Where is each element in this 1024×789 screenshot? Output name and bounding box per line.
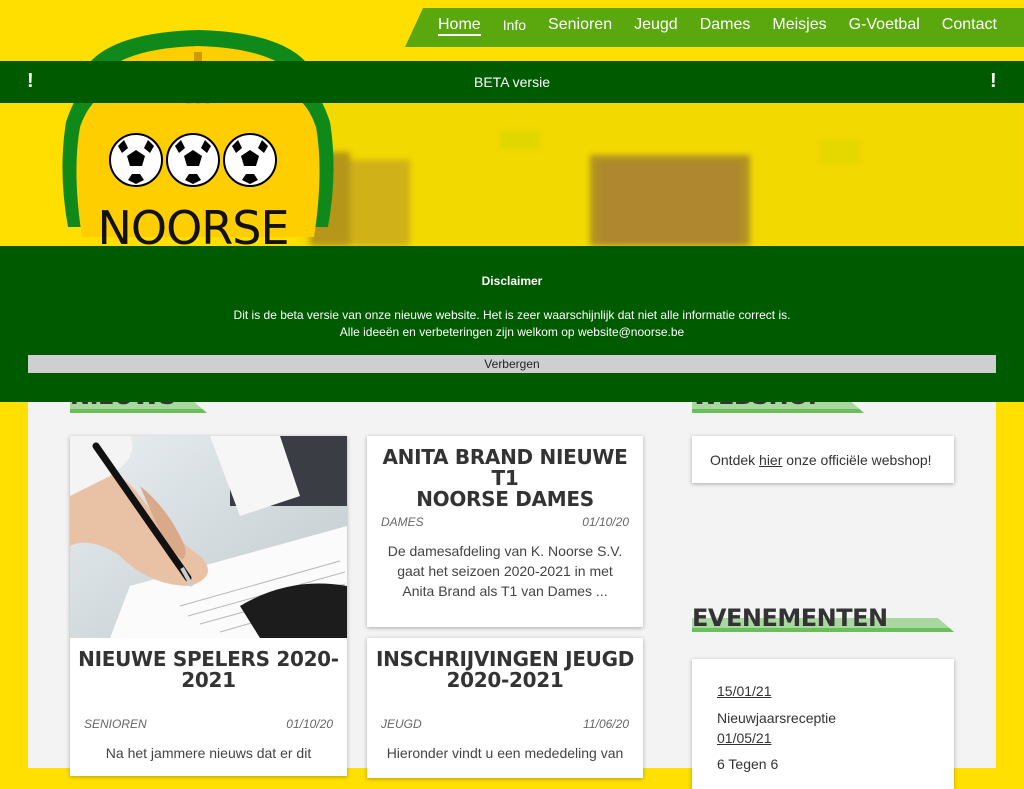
nav-dames[interactable]: Dames bbox=[689, 12, 762, 38]
news-card[interactable]: ANITA BRAND NIEUWE T1 NOORSE DAMES DAMES… bbox=[367, 436, 643, 627]
disclaimer-text-line1: Dit is de beta versie van onze nieuwe we… bbox=[233, 308, 791, 322]
webshop-card: Ontdek hier onze officiële webshop! bbox=[692, 436, 954, 483]
news-date: 01/10/20 bbox=[286, 717, 333, 731]
news-category: JEUGD bbox=[381, 717, 422, 731]
webshop-link[interactable]: hier bbox=[759, 452, 782, 468]
disclaimer-text-line2: Alle ideeën en verbeteringen zijn welkom… bbox=[339, 325, 685, 339]
header-background-photo bbox=[300, 100, 1024, 246]
nav-senioren[interactable]: Senioren bbox=[537, 12, 623, 38]
nav-home[interactable]: Home bbox=[427, 12, 492, 38]
news-date: 11/06/20 bbox=[583, 717, 629, 731]
nav-contact[interactable]: Contact bbox=[931, 12, 1008, 38]
event-date[interactable]: 15/01/21 bbox=[717, 683, 772, 699]
nav-jeugd[interactable]: Jeugd bbox=[623, 12, 689, 38]
news-date: 01/10/20 bbox=[582, 515, 629, 529]
nav-g-voetbal[interactable]: G-Voetbal bbox=[838, 12, 931, 38]
news-excerpt: De damesafdeling van K. Noorse S.V. gaat… bbox=[387, 543, 623, 599]
event-name: Nieuwjaarsreceptie bbox=[717, 710, 837, 726]
news-excerpt: Hieronder vindt u een mededeling van bbox=[386, 745, 624, 761]
news-meta: SENIOREN 01/10/20 bbox=[84, 717, 333, 731]
webshop-text: Ontdek hier onze officiële webshop! bbox=[710, 452, 932, 468]
disclaimer-overlay: Disclaimer Dit is de beta versie van onz… bbox=[0, 246, 1024, 402]
logo-text: NOORSE bbox=[97, 201, 288, 246]
event-date[interactable]: 01/05/21 bbox=[717, 730, 772, 746]
news-meta: JEUGD 11/06/20 bbox=[381, 717, 629, 731]
site-header: NOORSE Home Info Senioren Jeugd Dames Me… bbox=[0, 0, 1024, 246]
news-meta: DAMES 01/10/20 bbox=[381, 515, 629, 529]
news-title: INSCHRIJVINGEN JEUGD 2020-2021 bbox=[375, 647, 635, 692]
main-nav: Home Info Senioren Jeugd Dames Meisjes G… bbox=[405, 8, 1024, 47]
news-category: DAMES bbox=[381, 515, 424, 529]
news-card[interactable]: NIEUWE SPELERS 2020- 2021 SENIOREN 01/10… bbox=[70, 436, 347, 776]
club-logo[interactable]: NOORSE bbox=[48, 22, 348, 246]
news-card[interactable]: INSCHRIJVINGEN JEUGD 2020-2021 JEUGD 11/… bbox=[367, 638, 643, 778]
content-panel: NIEUWS WEBSHOP bbox=[28, 360, 996, 789]
nav-meisjes[interactable]: Meisjes bbox=[761, 12, 837, 38]
hide-disclaimer-button[interactable]: Verbergen bbox=[28, 355, 996, 373]
beta-banner-text: BETA versie bbox=[474, 74, 550, 90]
events-section-title: EVENEMENTEN bbox=[692, 604, 888, 632]
news-title: ANITA BRAND NIEUWE T1 NOORSE DAMES bbox=[382, 445, 628, 511]
news-category: SENIOREN bbox=[84, 717, 147, 731]
alert-icon: ! bbox=[990, 70, 997, 92]
nav-info[interactable]: Info bbox=[492, 12, 537, 38]
news-excerpt: Na het jammere nieuws dat er dit bbox=[105, 745, 312, 761]
news-photo-contract-signing bbox=[70, 436, 347, 638]
beta-banner: ! BETA versie ! bbox=[0, 61, 1024, 103]
events-card: 15/01/21 Nieuwjaarsreceptie 01/05/21 6 T… bbox=[692, 659, 954, 789]
news-title: NIEUWE SPELERS 2020- 2021 bbox=[78, 647, 339, 692]
disclaimer-title: Disclaimer bbox=[481, 274, 543, 288]
event-name: 6 Tegen 6 bbox=[717, 756, 779, 772]
